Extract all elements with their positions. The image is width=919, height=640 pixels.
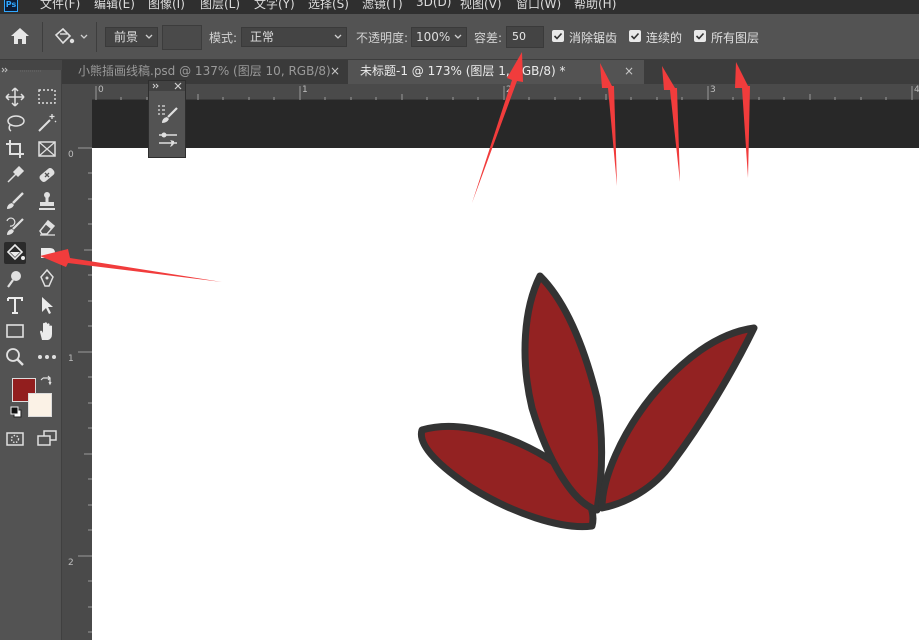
arrow-to-contiguous <box>662 66 680 182</box>
arrow-to-all-layers <box>735 62 750 178</box>
arrow-to-paint-bucket <box>40 249 222 282</box>
photoshop-window: Ps 文件(F) 编辑(E) 图像(I) 图层(L) 文字(Y) 选择(S) 滤… <box>0 0 919 640</box>
annotation-arrows <box>40 52 750 282</box>
arrow-to-tolerance <box>472 52 523 203</box>
arrow-to-antialias <box>600 63 617 186</box>
